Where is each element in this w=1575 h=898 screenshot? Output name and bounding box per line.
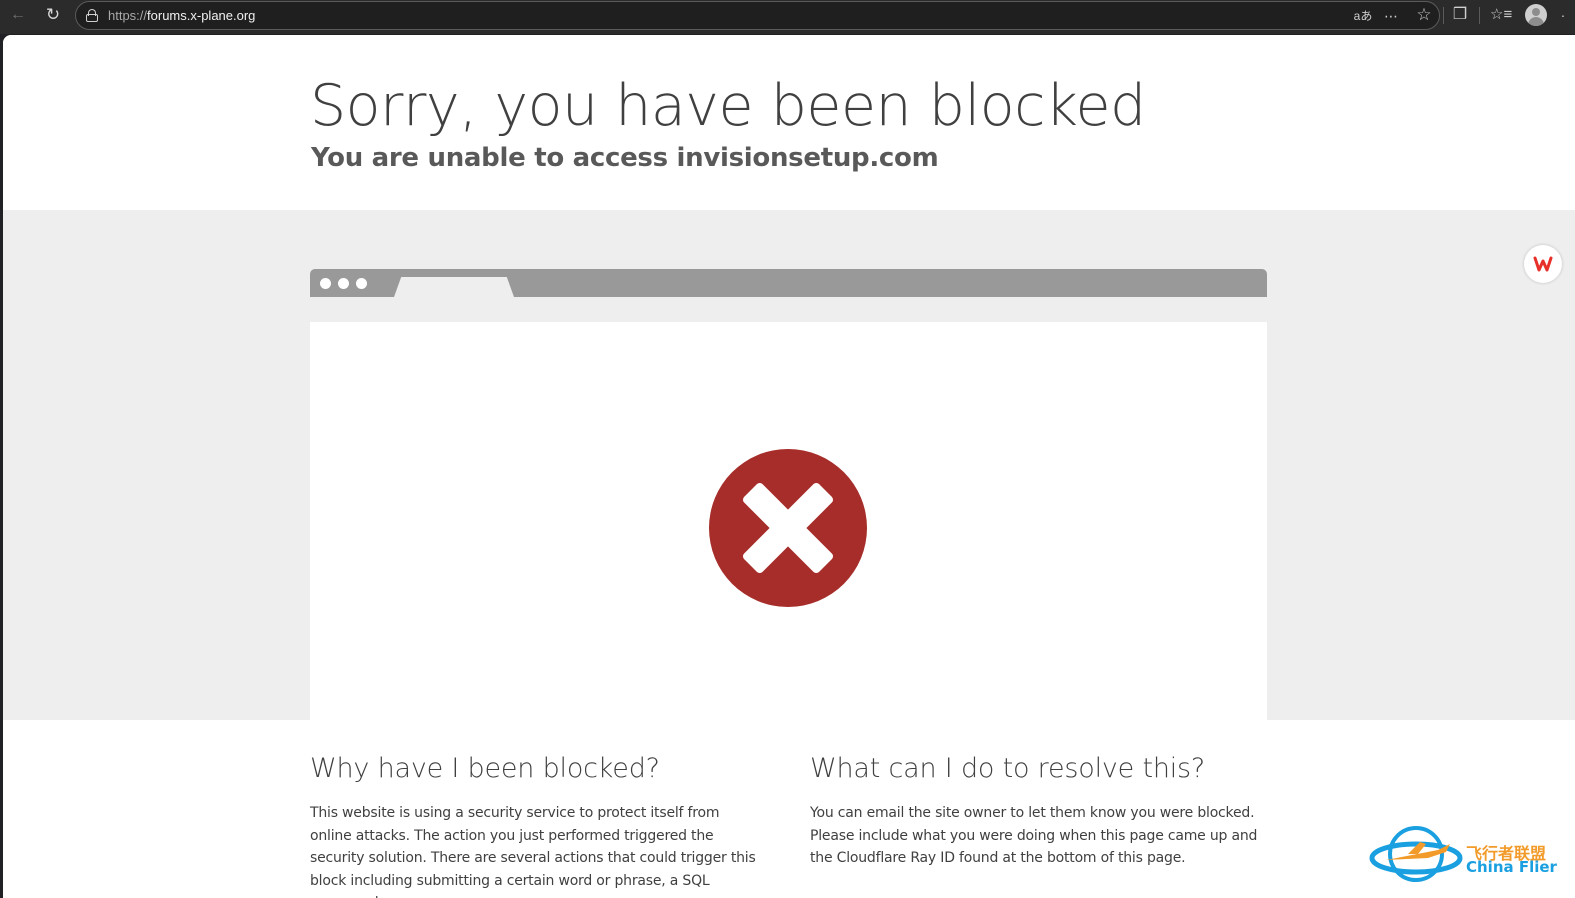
settings-menu-icon[interactable]: · <box>1555 5 1571 25</box>
translate-icon[interactable]: aあ <box>1353 6 1373 26</box>
lock-icon[interactable] <box>86 9 98 22</box>
why-blocked-text: This website is using a security service… <box>310 805 756 898</box>
favorites-bar-icon[interactable]: ☆≡ <box>1490 5 1512 25</box>
url-text[interactable]: https://forums.x-plane.org <box>108 8 255 23</box>
window-dot-icon <box>356 278 367 289</box>
toolbar-divider <box>1443 7 1444 24</box>
why-blocked-heading: Why have I been blocked? <box>310 753 660 784</box>
china-flier-watermark: 飞行者联盟 China Flier <box>1368 820 1568 890</box>
page-viewport: Sorry, you have been blocked You are una… <box>3 35 1575 898</box>
back-icon[interactable]: ← <box>5 4 31 26</box>
watermark-english-text: China Flier <box>1466 858 1557 876</box>
browser-toolbar: ← ↻ https://forums.x-plane.org aあ ⋯ ☆ ❒ … <box>0 0 1575 34</box>
why-blocked-column: Why have I been blocked? This website is… <box>310 720 765 898</box>
page-subtitle: You are unable to access invisionsetup.c… <box>311 143 939 173</box>
more-icon[interactable]: ⋯ <box>1381 6 1401 26</box>
address-bar[interactable]: https://forums.x-plane.org aあ ⋯ ☆ <box>75 1 1440 30</box>
profile-avatar-icon[interactable] <box>1525 4 1547 26</box>
extensions-icon[interactable]: ❒ <box>1450 5 1470 25</box>
window-dot-icon <box>338 278 349 289</box>
favorite-star-icon[interactable]: ☆ <box>1414 5 1434 25</box>
resolve-column: What can I do to resolve this? You can e… <box>810 720 1265 870</box>
wps-floating-button[interactable] <box>1524 245 1562 283</box>
browser-illustration-tab <box>394 277 514 297</box>
explanation-section: Why have I been blocked? This website is… <box>3 720 1575 898</box>
toolbar-divider <box>1479 7 1480 24</box>
page-title: Sorry, you have been blocked <box>310 73 1146 139</box>
error-header: Sorry, you have been blocked You are una… <box>3 35 1575 210</box>
resolve-text: You can email the site owner to let them… <box>810 805 1258 866</box>
browser-illustration-body <box>310 322 1267 720</box>
url-host: forums.x-plane.org <box>147 8 256 23</box>
wps-logo-icon <box>1533 256 1553 272</box>
plane-logo-icon <box>1369 826 1463 882</box>
window-dot-icon <box>320 278 331 289</box>
blocked-x-icon <box>709 449 867 607</box>
reload-icon[interactable]: ↻ <box>40 4 66 26</box>
resolve-heading: What can I do to resolve this? <box>810 753 1206 784</box>
browser-illustration-bar <box>310 269 1267 297</box>
url-scheme: https:// <box>108 8 148 23</box>
